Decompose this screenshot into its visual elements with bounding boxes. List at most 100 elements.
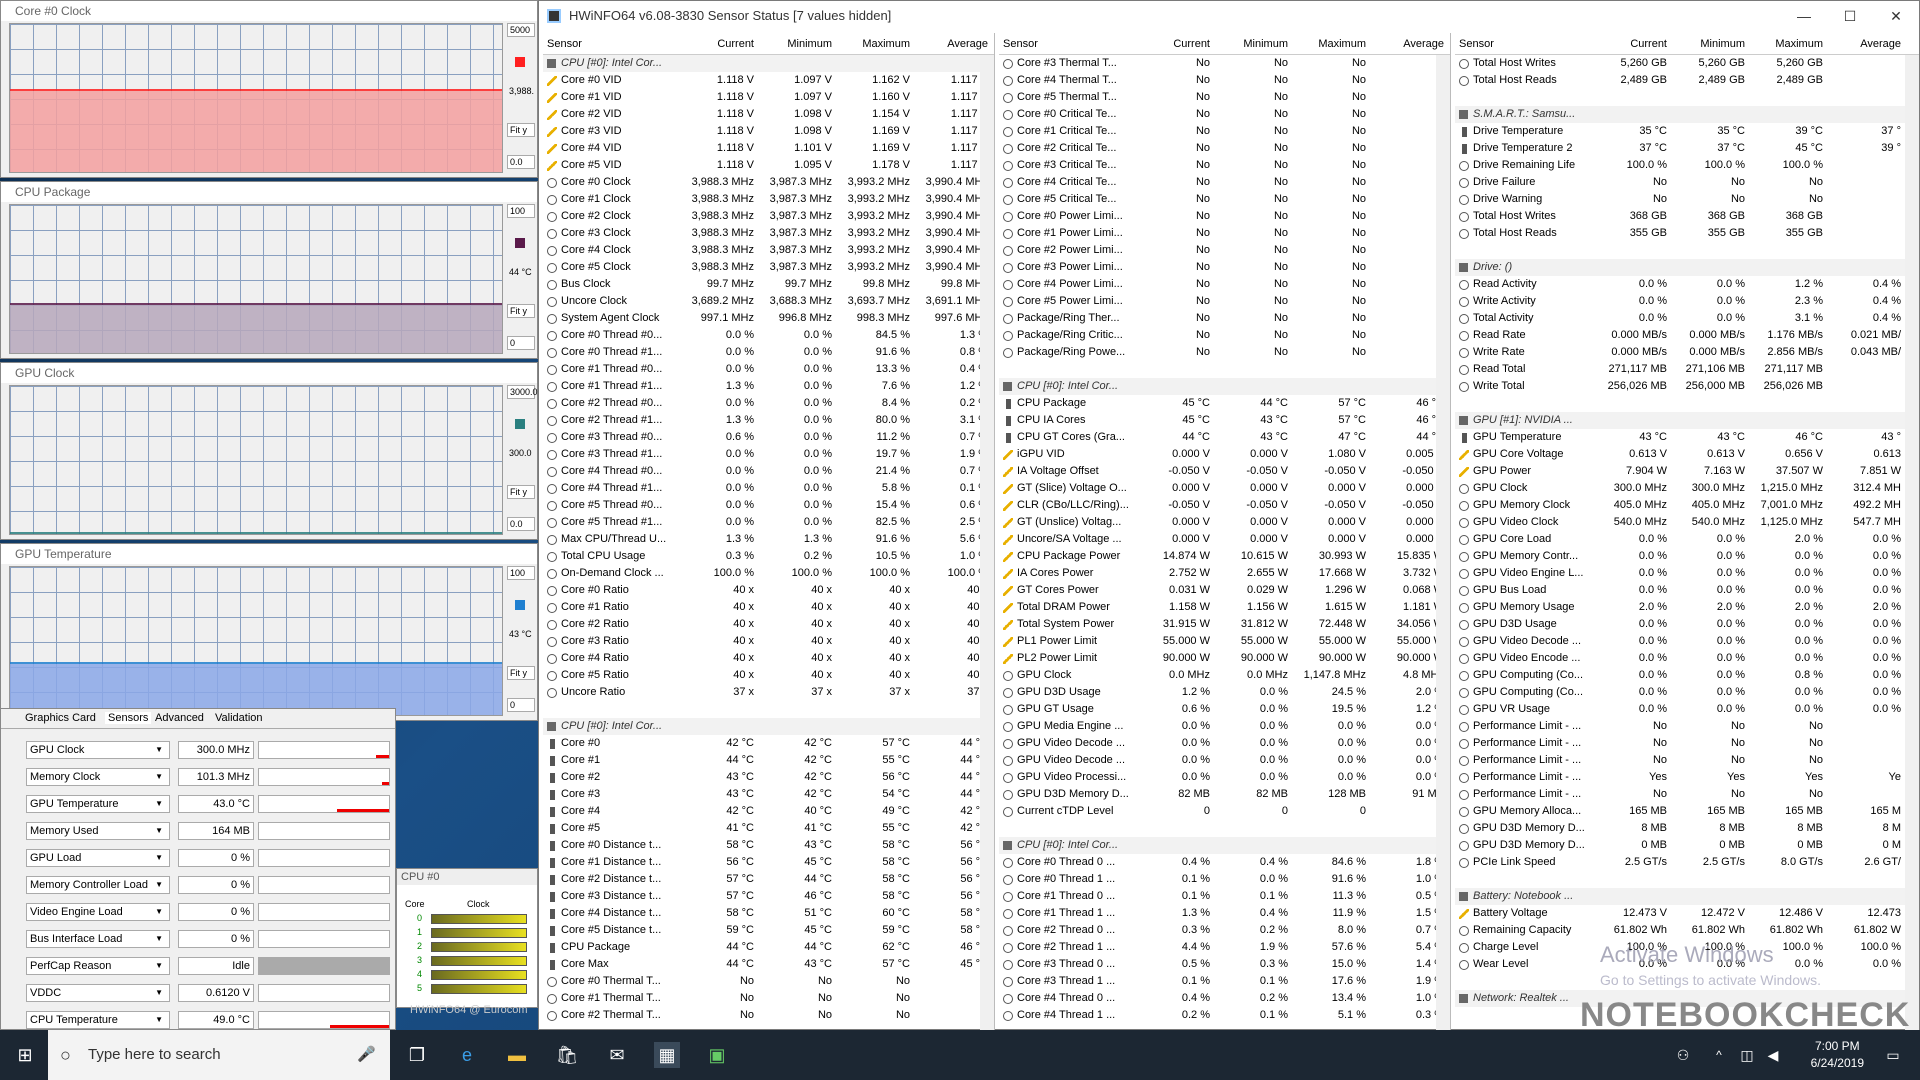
sensor-row[interactable]: GPU Core Load 0.0 % 0.0 % 2.0 % 0.0 %	[1455, 531, 1919, 548]
sensor-row[interactable]: PL1 Power Limit 55.000 W 55.000 W 55.000…	[999, 633, 1450, 650]
sensor-row[interactable]: GPU Temperature 43 °C 43 °C 46 °C 43 °	[1455, 429, 1919, 446]
sensor-row[interactable]: GPU VR Usage 0.0 % 0.0 % 0.0 % 0.0 %	[1455, 701, 1919, 718]
header-average[interactable]: Average	[947, 33, 988, 55]
windows-start-icon[interactable]: ⊞	[12, 1042, 38, 1068]
sensor-row[interactable]: GPU Video Decode ... 0.0 % 0.0 % 0.0 % 0…	[1455, 633, 1919, 650]
sensor-row[interactable]: IA Cores Power 2.752 W 2.655 W 17.668 W …	[999, 565, 1450, 582]
sensor-row[interactable]: Core #4 Thread 0 ... 0.4 % 0.2 % 13.4 % …	[999, 990, 1450, 1007]
header-maximum[interactable]: Maximum	[862, 33, 910, 55]
sensor-row[interactable]: Bus Clock 99.7 MHz 99.7 MHz 99.8 MHz 99.…	[543, 276, 994, 293]
sensor-row[interactable]: Performance Limit - ... Yes Yes Yes Ye	[1455, 769, 1919, 786]
header-maximum[interactable]: Maximum	[1775, 33, 1823, 55]
sensor-row[interactable]: IA Voltage Offset -0.050 V -0.050 V -0.0…	[999, 463, 1450, 480]
sensor-row[interactable]: Drive Remaining Life 100.0 % 100.0 % 100…	[1455, 157, 1919, 174]
sensor-row[interactable]: GPU Computing (Co... 0.0 % 0.0 % 0.0 % 0…	[1455, 684, 1919, 701]
sensor-group-header[interactable]: S.M.A.R.T.: Samsu...	[1455, 106, 1919, 123]
sensor-row[interactable]: Read Total 271,117 MB 271,106 MB 271,117…	[1455, 361, 1919, 378]
system-clock[interactable]: 7:00 PM 6/24/2019	[1811, 1038, 1864, 1072]
sensor-row[interactable]: Core #0 Clock 3,988.3 MHz 3,987.3 MHz 3,…	[543, 174, 994, 191]
sensor-row[interactable]: Core #4 Ratio 40 x 40 x 40 x 40 x	[543, 650, 994, 667]
sensor-row[interactable]: Core #5 Power Limi... No No No	[999, 293, 1450, 310]
sensor-row[interactable]: Total Host Reads 2,489 GB 2,489 GB 2,489…	[1455, 72, 1919, 89]
sensor-row[interactable]: Core #4 Distance t... 58 °C 51 °C 60 °C …	[543, 905, 994, 922]
sensor-row[interactable]: Total System Power 31.915 W 31.812 W 72.…	[999, 616, 1450, 633]
title-bar[interactable]: HWiNFO64 v6.08-3830 Sensor Status [7 val…	[539, 1, 1919, 31]
sensor-row[interactable]: Core #2 Distance t... 57 °C 44 °C 58 °C …	[543, 871, 994, 888]
minimize-button[interactable]: —	[1781, 1, 1827, 31]
gpuz-sensor-select[interactable]: Memory Controller Load ▼	[26, 876, 170, 894]
sensor-row[interactable]: GT Cores Power 0.031 W 0.029 W 1.296 W 0…	[999, 582, 1450, 599]
header-current[interactable]: Current	[717, 33, 754, 55]
fit-y-button[interactable]: Fit y	[507, 304, 535, 318]
header-minimum[interactable]: Minimum	[1243, 33, 1288, 55]
sensor-row[interactable]: Performance Limit - ... No No No	[1455, 735, 1919, 752]
sensor-row[interactable]: Core #3 Thermal T... No No No	[999, 55, 1450, 72]
sensor-row[interactable]: CPU Package 44 °C 44 °C 62 °C 46 °C	[543, 939, 994, 956]
sensor-row[interactable]: GPU D3D Usage 1.2 % 0.0 % 24.5 % 2.0 %	[999, 684, 1450, 701]
sensor-row[interactable]: Total Host Writes 5,260 GB 5,260 GB 5,26…	[1455, 55, 1919, 72]
graph-color-swatch[interactable]	[515, 238, 525, 248]
sensor-row[interactable]: Core #5 Thread #1... 0.0 % 0.0 % 82.5 % …	[543, 514, 994, 531]
sensor-row[interactable]: Core #1 Thread #0... 0.0 % 0.0 % 13.3 % …	[543, 361, 994, 378]
sensor-row[interactable]: Performance Limit - ... No No No	[1455, 786, 1919, 803]
sensor-group-header[interactable]: CPU [#0]: Intel Cor...	[999, 837, 1450, 854]
sensor-row[interactable]: Core #1 Thread #1... 1.3 % 0.0 % 7.6 % 1…	[543, 378, 994, 395]
gpuz-sensor-select[interactable]: PerfCap Reason ▼	[26, 957, 170, 975]
sensor-row[interactable]: Core #3 Clock 3,988.3 MHz 3,987.3 MHz 3,…	[543, 225, 994, 242]
sensor-row[interactable]: GPU Clock 0.0 MHz 0.0 MHz 1,147.8 MHz 4.…	[999, 667, 1450, 684]
graph-color-swatch[interactable]	[515, 600, 525, 610]
vertical-scrollbar[interactable]	[1905, 55, 1919, 1031]
sensor-row[interactable]: PCIe Link Speed 2.5 GT/s 2.5 GT/s 8.0 GT…	[1455, 854, 1919, 871]
tab-graphics-card[interactable]: Graphics Card	[25, 712, 96, 724]
sensor-row[interactable]: Core #2 Thread #1... 1.3 % 0.0 % 80.0 % …	[543, 412, 994, 429]
header-maximum[interactable]: Maximum	[1318, 33, 1366, 55]
sensor-row[interactable]: Remaining Capacity 61.802 Wh 61.802 Wh 6…	[1455, 922, 1919, 939]
sensor-row[interactable]: Max CPU/Thread U... 1.3 % 1.3 % 91.6 % 5…	[543, 531, 994, 548]
sensor-row[interactable]: GPU Core Voltage 0.613 V 0.613 V 0.656 V…	[1455, 446, 1919, 463]
people-icon[interactable]: ⚇	[1670, 1042, 1696, 1068]
sensor-group-header[interactable]: Drive: ()	[1455, 259, 1919, 276]
sensor-row[interactable]: Core #5 VID 1.118 V 1.095 V 1.178 V 1.11…	[543, 157, 994, 174]
sensor-row[interactable]: GPU D3D Usage 0.0 % 0.0 % 0.0 % 0.0 %	[1455, 616, 1919, 633]
sensor-row[interactable]: GPU Memory Usage 2.0 % 2.0 % 2.0 % 2.0 %	[1455, 599, 1919, 616]
sensor-row[interactable]: Core #0 Thermal T... No No No	[543, 973, 994, 990]
sensor-row[interactable]: GPU GT Usage 0.6 % 0.0 % 19.5 % 1.2 %	[999, 701, 1450, 718]
microphone-icon[interactable]: 🎤	[357, 1030, 376, 1080]
sensor-row[interactable]: Core #4 Thread 1 ... 0.2 % 0.1 % 5.1 % 0…	[999, 1007, 1450, 1024]
sensor-row[interactable]: Core #4 Power Limi... No No No	[999, 276, 1450, 293]
sensor-row[interactable]: Core #0 Distance t... 58 °C 43 °C 58 °C …	[543, 837, 994, 854]
sensor-row[interactable]: GT (Slice) Voltage O... 0.000 V 0.000 V …	[999, 480, 1450, 497]
sensor-row[interactable]: Drive Temperature 35 °C 35 °C 39 °C 37 °	[1455, 123, 1919, 140]
header-current[interactable]: Current	[1173, 33, 1210, 55]
volume-icon[interactable]: ◀	[1760, 1042, 1786, 1068]
sensor-row[interactable]: Total Host Writes 368 GB 368 GB 368 GB	[1455, 208, 1919, 225]
sensor-row[interactable]: GPU Computing (Co... 0.0 % 0.0 % 0.8 % 0…	[1455, 667, 1919, 684]
sensor-row[interactable]: Core #4 Thermal T... No No No	[999, 72, 1450, 89]
header-minimum[interactable]: Minimum	[1700, 33, 1745, 55]
gpuz-sensor-select[interactable]: CPU Temperature ▼	[26, 1011, 170, 1029]
edge-icon[interactable]: e	[454, 1042, 480, 1068]
sensor-row[interactable]: Core Max 44 °C 43 °C 57 °C 45 °C	[543, 956, 994, 973]
sensor-row[interactable]: GPU Power 7.904 W 7.163 W 37.507 W 7.851…	[1455, 463, 1919, 480]
sensor-row[interactable]: Uncore Ratio 37 x 37 x 37 x 37 x	[543, 684, 994, 701]
sensor-row[interactable]: GPU Video Encode ... 0.0 % 0.0 % 0.0 % 0…	[1455, 650, 1919, 667]
sensor-row[interactable]: Core #0 Power Limi... No No No	[999, 208, 1450, 225]
search-box[interactable]: ○ Type here to search 🎤	[48, 1030, 390, 1080]
fit-y-button[interactable]: Fit y	[507, 485, 535, 499]
sensor-row[interactable]: Total Host Reads 355 GB 355 GB 355 GB	[1455, 225, 1919, 242]
gpuz-sensor-select[interactable]: Memory Clock ▼	[26, 768, 170, 786]
vertical-scrollbar[interactable]	[1436, 55, 1450, 1031]
sensor-row[interactable]: Core #4 Thread #0... 0.0 % 0.0 % 21.4 % …	[543, 463, 994, 480]
sensor-row[interactable]: Core #2 Thread #0... 0.0 % 0.0 % 8.4 % 0…	[543, 395, 994, 412]
sensor-row[interactable]: Write Activity 0.0 % 0.0 % 2.3 % 0.4 %	[1455, 293, 1919, 310]
sensor-row[interactable]: Core #0 Ratio 40 x 40 x 40 x 40 x	[543, 582, 994, 599]
sensor-group-header[interactable]: CPU [#0]: Intel Cor...	[999, 378, 1450, 395]
sensor-row[interactable]: Core #2 Thermal T... No No No	[543, 1007, 994, 1024]
sensor-row[interactable]: Core #1 Clock 3,988.3 MHz 3,987.3 MHz 3,…	[543, 191, 994, 208]
sensor-row[interactable]: GPU Memory Clock 405.0 MHz 405.0 MHz 7,0…	[1455, 497, 1919, 514]
sensor-row[interactable]: Core #2 43 °C 42 °C 56 °C 44 °C	[543, 769, 994, 786]
sensor-row[interactable]: GPU Video Decode ... 0.0 % 0.0 % 0.0 % 0…	[999, 735, 1450, 752]
sensor-row[interactable]: Core #3 Thread 0 ... 0.5 % 0.3 % 15.0 % …	[999, 956, 1450, 973]
sensor-row[interactable]: Write Rate 0.000 MB/s 0.000 MB/s 2.856 M…	[1455, 344, 1919, 361]
sensor-group-header[interactable]: CPU [#0]: Intel Cor...	[543, 55, 994, 72]
